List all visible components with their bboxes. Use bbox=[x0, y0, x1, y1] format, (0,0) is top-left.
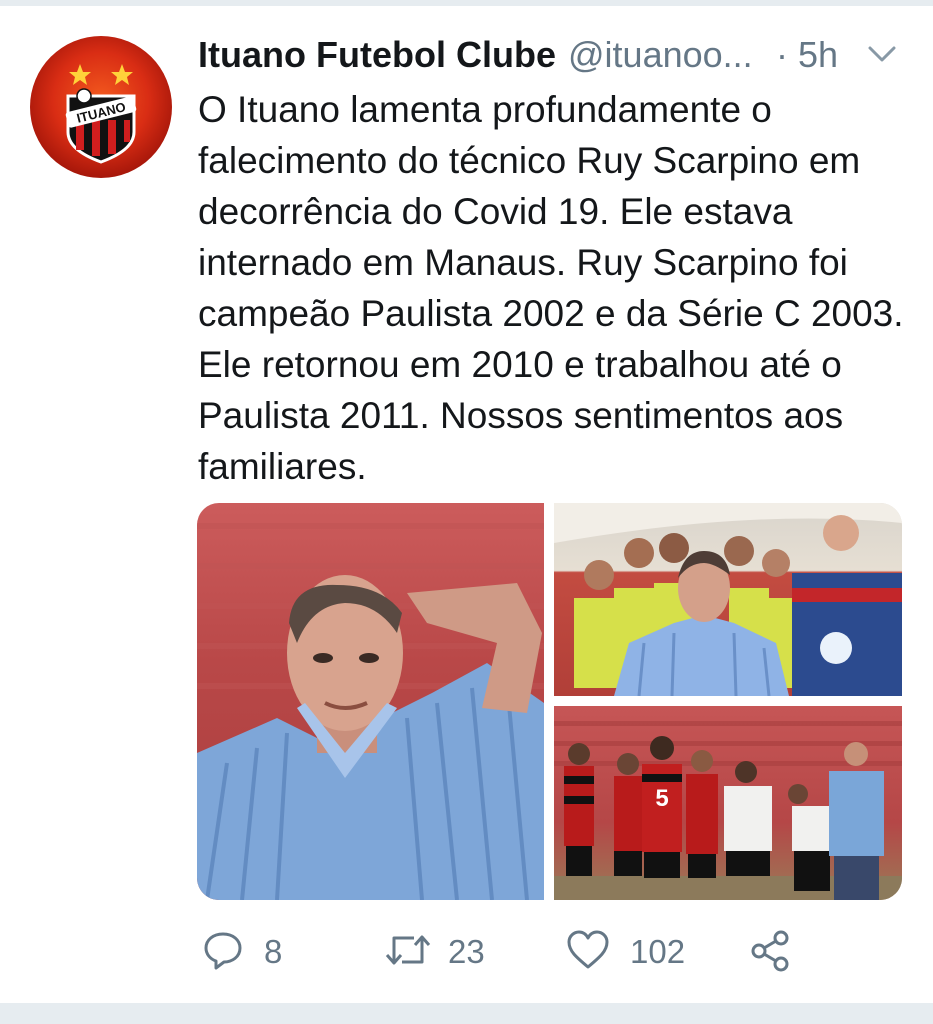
share-icon bbox=[751, 930, 789, 972]
author-name[interactable]: Ituano Futebol Clube bbox=[198, 34, 556, 76]
avatar[interactable]: ITUANO bbox=[30, 36, 172, 178]
media-grid: 5 bbox=[197, 503, 902, 900]
tweet-text: O Ituano lamenta profundamente o falecim… bbox=[198, 89, 904, 487]
jersey-number: 5 bbox=[655, 785, 668, 812]
photo-match-scene[interactable]: 5 bbox=[554, 706, 902, 900]
ituano-logo-icon: ITUANO bbox=[65, 64, 137, 164]
match-scene-image: 5 bbox=[554, 721, 902, 900]
like-button[interactable]: 102 bbox=[566, 925, 706, 981]
like-count: 102 bbox=[630, 933, 686, 970]
retweet-button[interactable]: 23 bbox=[384, 925, 504, 981]
chevron-down-icon[interactable] bbox=[866, 40, 898, 68]
team-group-image bbox=[554, 503, 902, 696]
tweet-header: Ituano Futebol Clube @ituanoo... · 5h bbox=[198, 34, 908, 78]
bottom-separator bbox=[0, 1003, 933, 1024]
reply-button[interactable]: 8 bbox=[202, 925, 302, 981]
photo-coach-portrait[interactable] bbox=[197, 503, 544, 900]
tweet-actions: 8 23 102 bbox=[0, 925, 933, 981]
reply-icon bbox=[204, 932, 242, 970]
reply-count: 8 bbox=[264, 933, 283, 970]
tweet-time[interactable]: · 5h bbox=[776, 34, 838, 76]
photo-team-group[interactable] bbox=[554, 503, 902, 696]
author-handle[interactable]: @ituanoo... bbox=[568, 34, 753, 76]
share-button[interactable] bbox=[748, 925, 792, 981]
heart-icon bbox=[567, 930, 609, 969]
retweet-icon bbox=[385, 935, 431, 965]
retweet-count: 23 bbox=[448, 933, 485, 970]
coach-portrait-image bbox=[197, 523, 544, 900]
top-separator bbox=[0, 0, 933, 6]
